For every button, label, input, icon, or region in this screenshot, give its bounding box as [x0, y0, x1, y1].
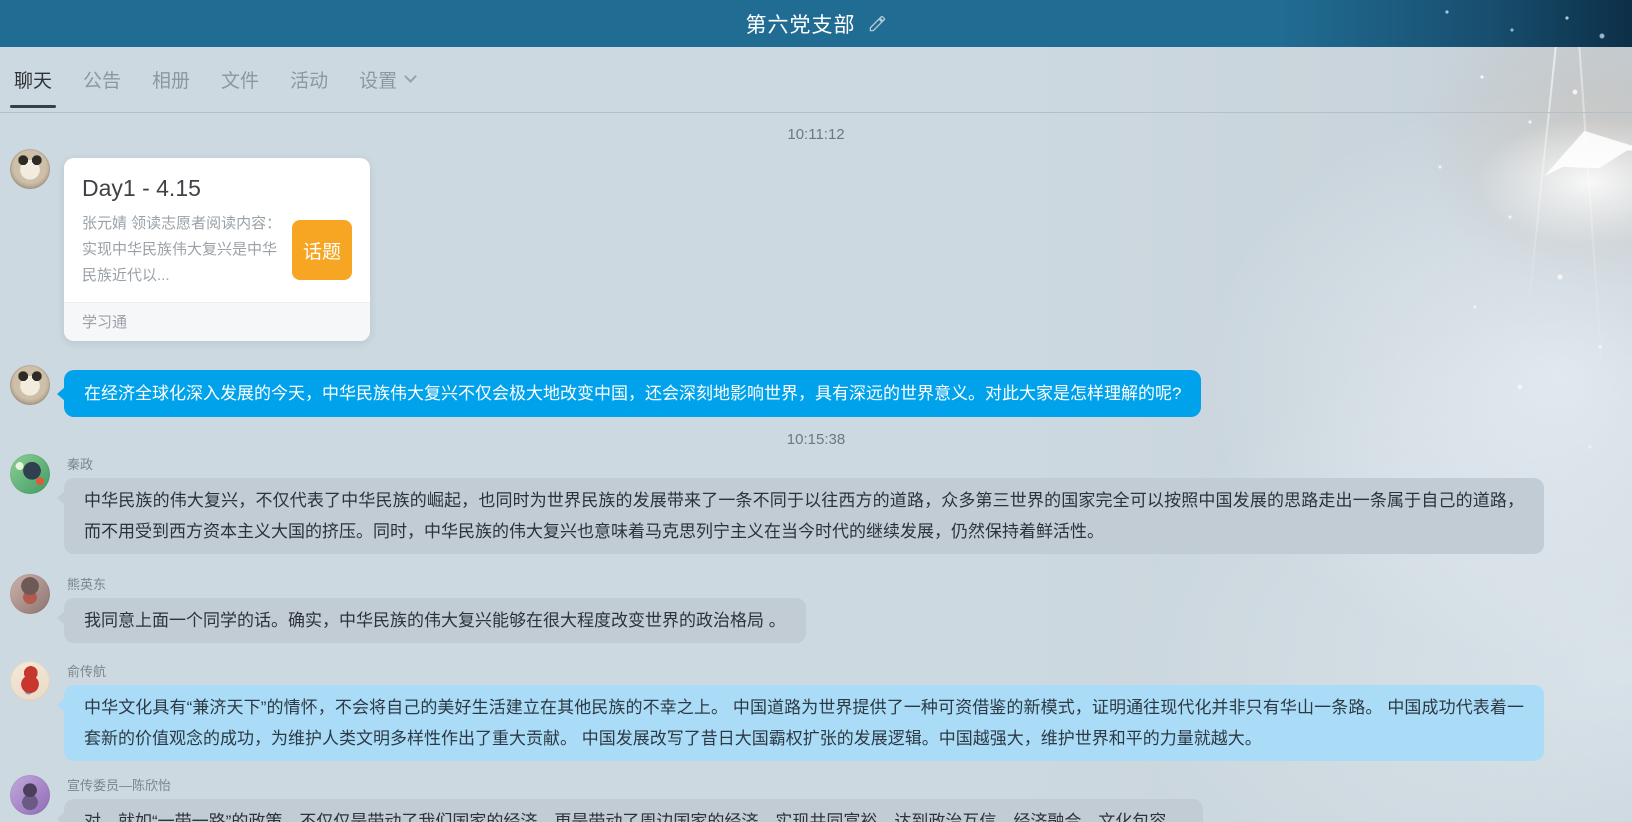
topic-card[interactable]: Day1 - 4.15 张元婧 领读志愿者阅读内容： 实现中华民族伟大复兴是中华…	[64, 158, 370, 341]
topic-card-excerpt: 张元婧 领读志愿者阅读内容： 实现中华民族伟大复兴是中华民族近代以...	[82, 211, 282, 289]
tab-settings[interactable]: 设置	[359, 47, 415, 112]
tab-activities[interactable]: 活动	[290, 47, 328, 112]
sender-name: 宣传委员—陈欣怡	[67, 775, 1544, 794]
avatar-panda[interactable]	[10, 149, 50, 189]
timestamp: 10:15:38	[10, 431, 1622, 448]
message-row: 在经济全球化深入发展的今天，中华民族伟大复兴不仅会极大地改变中国，还会深刻地影响…	[10, 365, 1622, 417]
message-bubble: 中华民族的伟大复兴，不仅代表了中华民族的崛起，也同时为世界民族的发展带来了一条不…	[64, 478, 1544, 554]
tab-albums-label: 相册	[152, 66, 190, 93]
sender-name: 熊英东	[67, 574, 1544, 593]
avatar-yuchuanhang[interactable]	[10, 661, 50, 701]
header-art-overlay	[992, 0, 1632, 47]
tab-announcements-label: 公告	[83, 66, 121, 93]
sender-name: 秦政	[67, 454, 1544, 473]
avatar-xiongyingdong[interactable]	[10, 574, 50, 614]
message-row: 秦政 中华民族的伟大复兴，不仅代表了中华民族的崛起，也同时为世界民族的发展带来了…	[10, 454, 1622, 554]
message-bubble-blue: 在经济全球化深入发展的今天，中华民族伟大复兴不仅会极大地改变中国，还会深刻地影响…	[64, 370, 1201, 417]
tab-files-label: 文件	[221, 66, 259, 93]
sender-name: 俞传航	[67, 661, 1544, 680]
tab-chat[interactable]: 聊天	[14, 47, 52, 112]
message-row: 熊英东 我同意上面一个同学的话。确实，中华民族的伟大复兴能够在很大程度改变世界的…	[10, 574, 1622, 643]
topic-card-source: 学习通	[64, 302, 370, 341]
avatar-qinzheng[interactable]	[10, 454, 50, 494]
chat-area: 10:11:12 Day1 - 4.15 张元婧 领读志愿者阅读内容： 实现中华…	[0, 126, 1632, 822]
message-row: 俞传航 中华文化具有“兼济天下”的情怀，不会将自己的美好生活建立在其他民族的不幸…	[10, 661, 1622, 761]
message-topic-card-row: Day1 - 4.15 张元婧 领读志愿者阅读内容： 实现中华民族伟大复兴是中华…	[10, 149, 1622, 341]
message-row: 宣传委员—陈欣怡 对，就如“一带一路”的政策，不仅仅是带动了我们国家的经济，更是…	[10, 775, 1622, 822]
message-bubble: 我同意上面一个同学的话。确实，中华民族的伟大复兴能够在很大程度改变世界的政治格局…	[64, 598, 806, 643]
group-tabbar: 聊天 公告 相册 文件 活动 设置	[0, 47, 1632, 113]
topic-card-title: Day1 - 4.15	[82, 175, 352, 202]
tab-settings-label: 设置	[359, 66, 397, 93]
edit-icon[interactable]	[868, 14, 887, 33]
timestamp: 10:11:12	[10, 126, 1622, 143]
message-bubble-highlight: 中华文化具有“兼济天下”的情怀，不会将自己的美好生活建立在其他民族的不幸之上。 …	[64, 685, 1544, 761]
tab-activities-label: 活动	[290, 66, 328, 93]
topic-button[interactable]: 话题	[292, 220, 352, 280]
avatar-chenxinyi[interactable]	[10, 775, 50, 815]
message-bubble: 对，就如“一带一路”的政策，不仅仅是带动了我们国家的经济，更是带动了周边国家的经…	[64, 799, 1203, 822]
tab-files[interactable]: 文件	[221, 47, 259, 112]
tab-chat-label: 聊天	[14, 66, 52, 93]
chevron-down-icon	[404, 70, 417, 83]
group-header: 第六党支部	[0, 0, 1632, 47]
group-title: 第六党支部	[746, 9, 856, 39]
avatar-panda[interactable]	[10, 365, 50, 405]
tab-albums[interactable]: 相册	[152, 47, 190, 112]
tab-announcements[interactable]: 公告	[83, 47, 121, 112]
